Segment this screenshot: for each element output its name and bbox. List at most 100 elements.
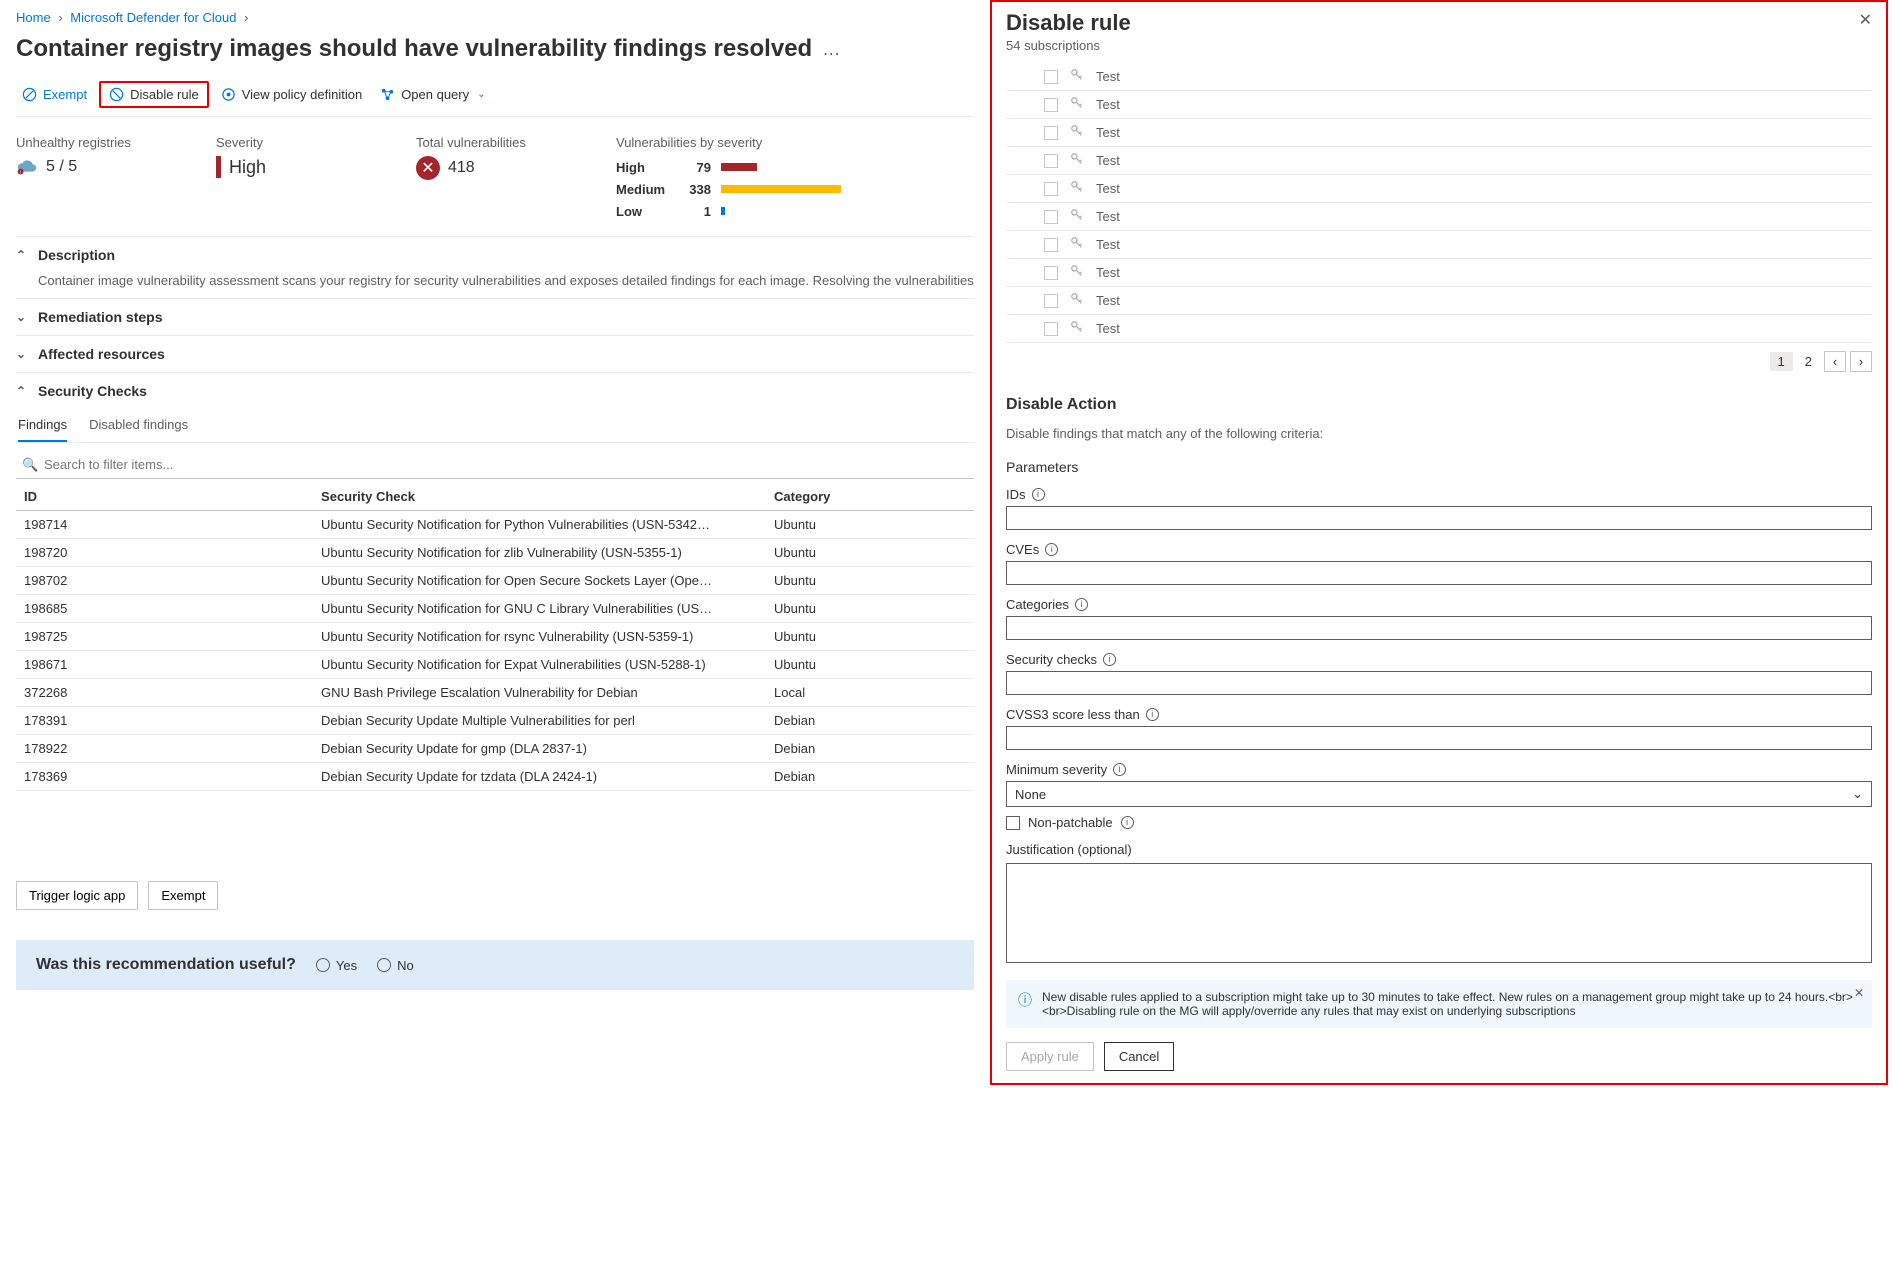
subscription-row[interactable]: Test [1006,63,1872,91]
chevron-right-icon: › [244,10,248,25]
section-description-header[interactable]: ⌃ Description [16,247,974,263]
checkbox-icon[interactable] [1044,70,1058,84]
open-query-button[interactable]: Open query ⌄ [374,83,491,106]
categories-input[interactable] [1006,616,1872,640]
tab-findings[interactable]: Findings [18,411,67,442]
subscription-row[interactable]: Test [1006,231,1872,259]
table-row[interactable]: 198720Ubuntu Security Notification for z… [16,539,974,567]
breadcrumb-item[interactable]: Home [16,10,51,25]
checkbox-icon[interactable] [1044,154,1058,168]
subscription-row[interactable]: Test [1006,175,1872,203]
checkbox-icon[interactable] [1044,126,1058,140]
checkbox-icon[interactable] [1044,266,1058,280]
section-remediation-header[interactable]: ⌄ Remediation steps [16,309,974,325]
disable-action-title: Disable Action [1006,396,1872,414]
cell-check: Debian Security Update for gmp (DLA 2837… [313,735,766,763]
cell-category: Debian [766,735,974,763]
ids-input[interactable] [1006,506,1872,530]
key-icon [1070,152,1084,169]
severity-bar-icon [216,156,221,178]
checkbox-icon[interactable] [1044,98,1058,112]
nonpatchable-checkbox[interactable]: Non-patchable i [1006,815,1872,830]
table-row[interactable]: 198685Ubuntu Security Notification for G… [16,595,974,623]
section-affected-header[interactable]: ⌄ Affected resources [16,346,974,362]
table-row[interactable]: 198725Ubuntu Security Notification for r… [16,623,974,651]
breadcrumb-item[interactable]: Microsoft Defender for Cloud [70,10,236,25]
page-next[interactable]: › [1850,351,1872,372]
col-check[interactable]: Security Check [313,483,766,511]
min-severity-select[interactable]: None ⌄ [1006,781,1872,807]
checkbox-icon[interactable] [1044,322,1058,336]
col-category[interactable]: Category [766,483,974,511]
security-checks-input[interactable] [1006,671,1872,695]
info-icon[interactable]: i [1103,653,1116,666]
checkbox-icon[interactable] [1044,210,1058,224]
checkbox-icon[interactable] [1044,238,1058,252]
subscription-row[interactable]: Test [1006,287,1872,315]
feedback-yes[interactable]: Yes [316,958,357,973]
subscription-row[interactable]: Test [1006,91,1872,119]
view-policy-label: View policy definition [242,87,362,102]
page-2[interactable]: 2 [1797,352,1820,371]
table-row[interactable]: 198714Ubuntu Security Notification for P… [16,511,974,539]
table-row[interactable]: 198671Ubuntu Security Notification for E… [16,651,974,679]
feedback-no[interactable]: No [377,958,414,973]
info-icon[interactable]: i [1032,488,1045,501]
cell-check: Ubuntu Security Notification for rsync V… [313,623,766,651]
subscription-name: Test [1096,181,1120,196]
trigger-logic-app-button[interactable]: Trigger logic app [16,881,138,910]
cancel-button[interactable]: Cancel [1104,1042,1174,1071]
cell-id: 198720 [16,539,313,567]
exempt-bottom-button[interactable]: Exempt [148,881,218,910]
chevron-down-icon: ⌄ [16,347,28,361]
subscription-row[interactable]: Test [1006,259,1872,287]
cell-check: Ubuntu Security Notification for zlib Vu… [313,539,766,567]
page-1[interactable]: 1 [1770,352,1793,371]
page-prev[interactable]: ‹ [1824,351,1846,372]
key-icon [1070,68,1084,85]
command-bar: Exempt Disable rule View policy definiti… [16,81,974,117]
subscription-row[interactable]: Test [1006,203,1872,231]
high-label: High [616,160,671,175]
table-row[interactable]: 198702Ubuntu Security Notification for O… [16,567,974,595]
key-icon [1070,124,1084,141]
filter-input[interactable] [16,451,974,479]
exempt-label: Exempt [43,87,87,102]
panel-subtitle: 54 subscriptions [1006,38,1131,53]
info-icon[interactable]: i [1146,708,1159,721]
description-body: Container image vulnerability assessment… [38,273,974,288]
subscription-row[interactable]: Test [1006,147,1872,175]
breadcrumb[interactable]: Home › Microsoft Defender for Cloud › [16,10,974,31]
close-icon[interactable]: ✕ [1859,10,1872,30]
nonpatchable-label: Non-patchable [1028,815,1113,830]
subscription-name: Test [1096,321,1120,336]
subscription-name: Test [1096,293,1120,308]
dismiss-banner-icon[interactable]: ✕ [1854,986,1864,1000]
info-icon[interactable]: i [1075,598,1088,611]
tab-disabled-findings[interactable]: Disabled findings [89,411,188,442]
exempt-button[interactable]: Exempt [16,83,93,106]
disable-rule-button[interactable]: Disable rule [99,81,209,108]
checkbox-icon[interactable] [1044,294,1058,308]
info-icon[interactable]: i [1113,763,1126,776]
table-row[interactable]: 178922Debian Security Update for gmp (DL… [16,735,974,763]
table-row[interactable]: 178369Debian Security Update for tzdata … [16,763,974,791]
justification-textarea[interactable] [1006,863,1872,963]
apply-rule-button[interactable]: Apply rule [1006,1042,1094,1071]
col-id[interactable]: ID [16,483,313,511]
info-icon[interactable]: i [1045,543,1058,556]
cvss-input[interactable] [1006,726,1872,750]
subscription-row[interactable]: Test [1006,315,1872,343]
table-row[interactable]: 178391Debian Security Update Multiple Vu… [16,707,974,735]
section-checks-header[interactable]: ⌃ Security Checks [16,383,974,399]
by-severity-label: Vulnerabilities by severity [616,135,841,150]
info-icon[interactable]: i [1121,816,1134,829]
view-policy-button[interactable]: View policy definition [215,83,368,106]
more-icon[interactable]: … [822,39,840,60]
subscription-name: Test [1096,209,1120,224]
cves-input[interactable] [1006,561,1872,585]
cell-id: 178391 [16,707,313,735]
subscription-row[interactable]: Test [1006,119,1872,147]
table-row[interactable]: 372268GNU Bash Privilege Escalation Vuln… [16,679,974,707]
checkbox-icon[interactable] [1044,182,1058,196]
